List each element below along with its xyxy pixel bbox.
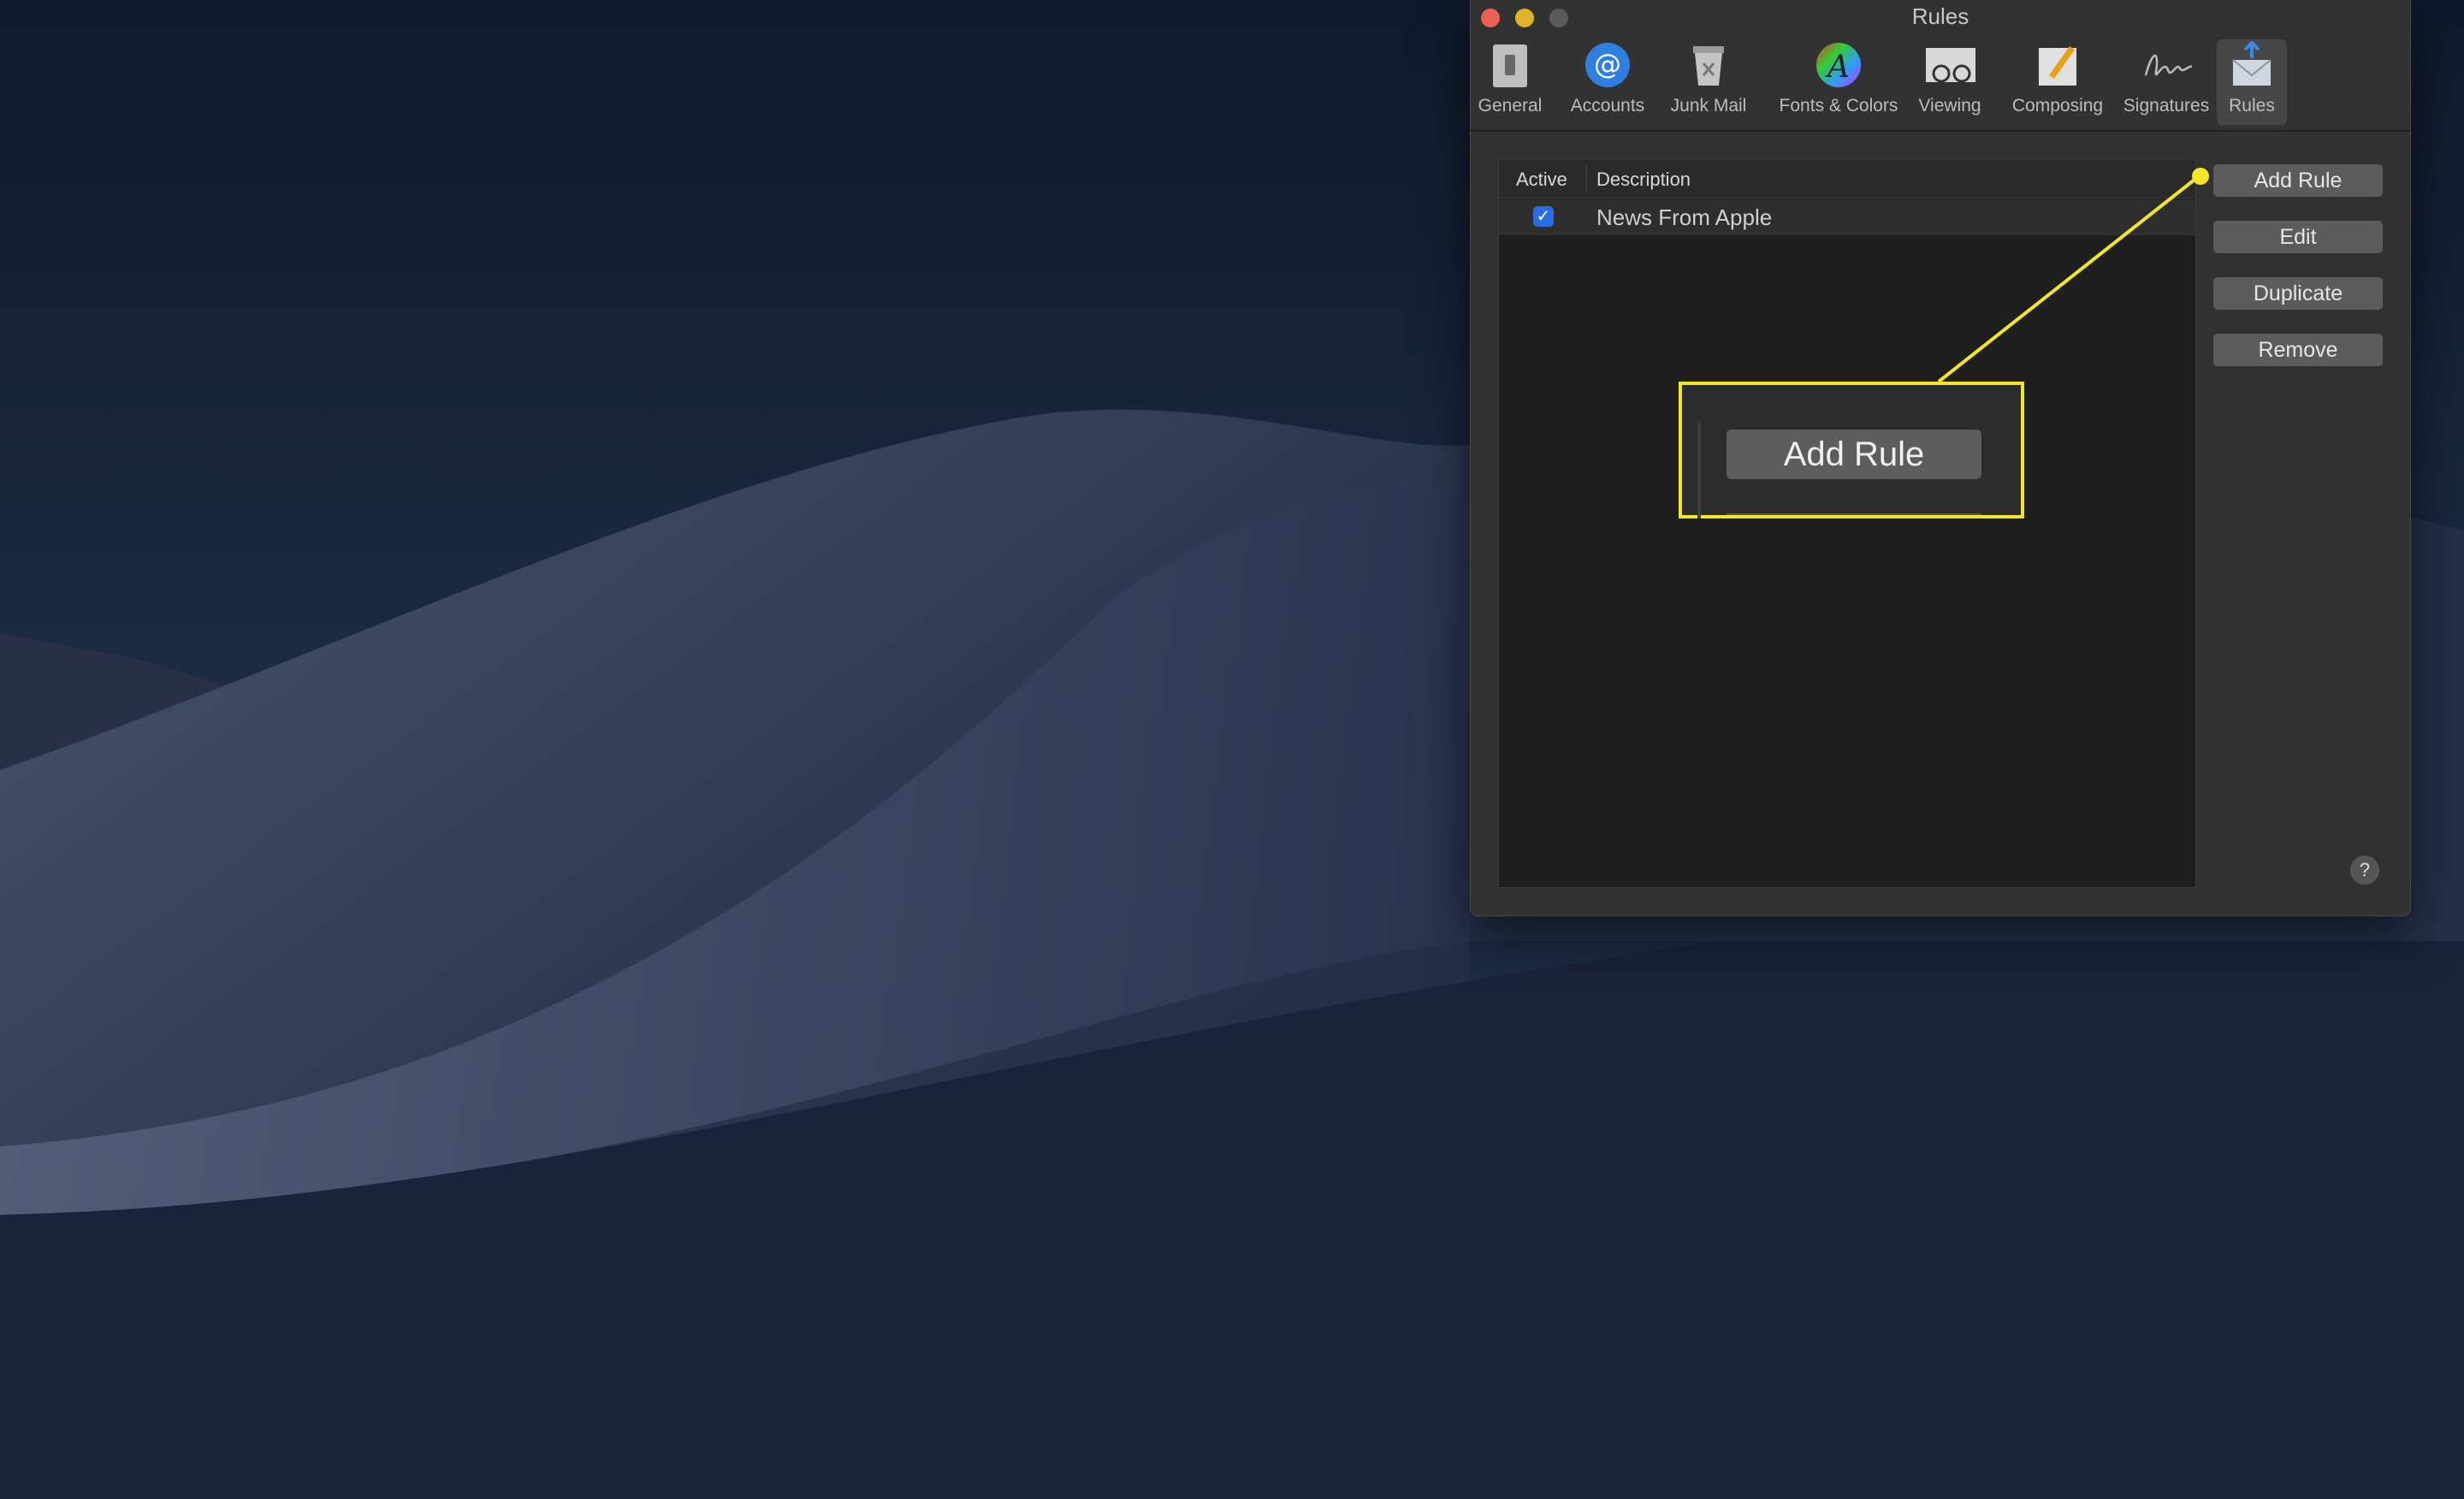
tab-label: Signatures: [2123, 96, 2210, 116]
svg-text:@: @: [1594, 48, 1621, 80]
column-header-description[interactable]: Description: [1596, 169, 1691, 191]
tab-label: Junk Mail: [1670, 96, 1747, 116]
tab-label: Viewing: [1918, 96, 1981, 116]
tab-label: Accounts: [1570, 96, 1645, 116]
tab-label: Fonts & Colors: [1779, 96, 1898, 116]
active-checkbox[interactable]: ✓: [1533, 206, 1554, 227]
title-bar: Rules: [1471, 0, 2410, 34]
at-sign-icon: @: [1582, 39, 1633, 91]
rule-description: News From Apple: [1596, 204, 1773, 230]
tab-fonts-colors[interactable]: A Fonts & Colors: [1765, 39, 1912, 125]
tab-signatures[interactable]: Signatures: [2112, 39, 2220, 125]
composing-pencil-icon: [2032, 39, 2083, 91]
tab-rules[interactable]: Rules: [2217, 39, 2287, 125]
tab-viewing[interactable]: Viewing: [1907, 39, 1993, 125]
viewing-glasses-icon: [1924, 39, 1975, 91]
rules-envelope-icon: [2226, 39, 2277, 91]
callout-add-rule-button: Add Rule: [1727, 430, 1981, 479]
rules-table: Active Description ✓ News From Apple: [1498, 159, 2196, 888]
column-divider: [1586, 165, 1587, 193]
edit-button[interactable]: Edit: [2213, 221, 2383, 253]
tab-label: Rules: [2229, 96, 2275, 116]
column-header-active[interactable]: Active: [1516, 169, 1567, 191]
svg-text:A: A: [1825, 50, 1850, 85]
tab-label: Composing: [2011, 96, 2104, 116]
tab-junk-mail[interactable]: Junk Mail: [1664, 39, 1753, 125]
preferences-toolbar: General @ Accounts Junk Mail A Fonts & C…: [1471, 34, 2410, 132]
tab-accounts[interactable]: @ Accounts: [1567, 39, 1649, 125]
signature-icon: [2141, 39, 2192, 91]
table-header: Active Description: [1499, 160, 2195, 198]
tab-composing[interactable]: Composing: [1996, 39, 2119, 125]
zoom-callout: Add Rule: [1679, 382, 2024, 518]
callout-edge: [1697, 423, 1701, 518]
duplicate-button[interactable]: Duplicate: [2213, 277, 2383, 310]
fonts-colors-wheel-icon: A: [1813, 39, 1864, 91]
table-row[interactable]: ✓ News From Apple: [1499, 199, 2195, 235]
callout-divider: [1727, 513, 1981, 515]
help-button[interactable]: ?: [2350, 856, 2379, 885]
add-rule-button[interactable]: Add Rule: [2213, 164, 2383, 197]
general-switch-icon: [1484, 39, 1536, 91]
tab-general[interactable]: General: [1478, 39, 1543, 125]
tab-label: General: [1478, 96, 1543, 116]
junk-mail-trash-icon: [1683, 39, 1734, 91]
window-title: Rules: [1911, 3, 1969, 29]
remove-button[interactable]: Remove: [2213, 334, 2383, 366]
